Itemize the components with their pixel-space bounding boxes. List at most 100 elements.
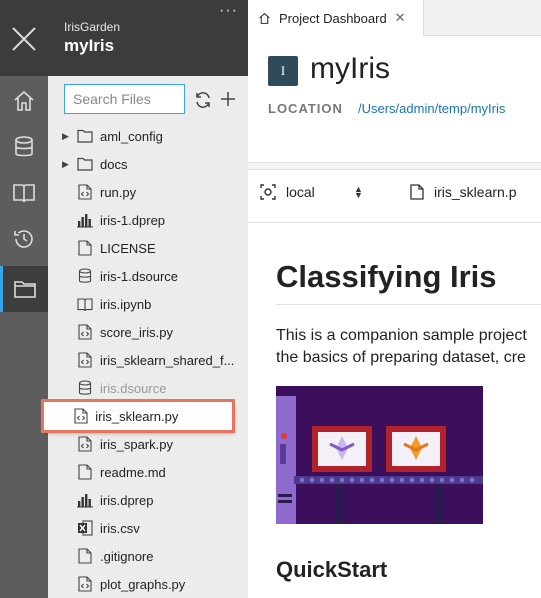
file-label: readme.md (100, 464, 166, 480)
compute-target-select[interactable]: local ▲ ▼ (260, 184, 363, 200)
run-toolbar: local ▲ ▼ iris_sklearn.p (248, 170, 541, 214)
refresh-icon[interactable] (194, 91, 212, 109)
tab-project-dashboard[interactable]: Project Dashboard ✕ (248, 0, 424, 36)
code-file-icon (76, 575, 94, 593)
rail-home-button[interactable] (0, 78, 48, 124)
file-label: run.py (100, 184, 137, 200)
file-tree: ▶ aml_config ▶ docs run.py iris-1.dprep LICENS… (41, 122, 248, 598)
code-file-icon (76, 323, 94, 341)
project-badge: I (268, 56, 298, 86)
location-path-link[interactable]: /Users/admin/temp/myIris (358, 101, 505, 116)
code-file-icon (76, 183, 94, 201)
file-item[interactable]: iris.ipynb (48, 290, 248, 318)
file-item[interactable]: readme.md (48, 458, 248, 486)
file-item[interactable]: plot_graphs.py (48, 570, 248, 598)
target-icon (260, 184, 276, 200)
folder-icon (76, 127, 94, 145)
paragraph-line: This is a companion sample project (276, 327, 527, 344)
file-item[interactable]: iris_spark.py (48, 430, 248, 458)
book-icon (13, 184, 35, 203)
editor-pane: Project Dashboard ✕ I myIris LOCATION /U… (248, 0, 541, 598)
file-icon (76, 239, 94, 257)
activity-rail (0, 0, 48, 598)
excel-file-icon (76, 519, 94, 537)
heading-rule (276, 304, 541, 305)
project-name: myIris (64, 36, 115, 55)
folder-icon (14, 281, 36, 298)
data-source-icon (76, 267, 94, 285)
tab-label: Project Dashboard (279, 10, 387, 26)
database-icon (15, 136, 33, 157)
code-file-icon (72, 407, 90, 425)
more-options-button[interactable]: ··· (219, 2, 238, 20)
section-divider (248, 162, 541, 170)
file-label: .gitignore (100, 548, 154, 564)
file-item[interactable]: iris_sklearn.py (41, 399, 235, 433)
file-item[interactable]: iris_sklearn_shared_f... (48, 346, 248, 374)
project-header: IrisGarden myIris ··· (48, 0, 248, 76)
folder-item[interactable]: ▶ docs (48, 150, 248, 178)
file-item[interactable]: iris.csv (48, 514, 248, 542)
file-item[interactable]: iris.dsource (48, 374, 248, 402)
page-title: myIris (310, 52, 390, 85)
quickstart-heading: QuickStart (276, 557, 388, 582)
file-item[interactable]: score_iris.py (48, 318, 248, 346)
iris-illustration-image (276, 386, 483, 524)
file-label: plot_graphs.py (100, 576, 186, 592)
folder-icon (76, 155, 94, 173)
file-item[interactable]: iris.dprep (48, 486, 248, 514)
file-icon (410, 184, 424, 200)
script-value: iris_sklearn.p (434, 184, 517, 200)
notebook-icon (76, 295, 94, 313)
expand-caret-icon[interactable]: ▶ (62, 159, 74, 170)
code-file-icon (76, 351, 94, 369)
home-icon (14, 90, 34, 111)
search-files-input[interactable] (64, 84, 185, 114)
code-file-icon (76, 435, 94, 453)
file-label: iris.ipynb (100, 296, 152, 312)
readme-content: Classifying Iris This is a companion sam… (248, 222, 541, 598)
file-label: docs (100, 156, 128, 172)
file-label: score_iris.py (100, 324, 173, 340)
file-label: iris_spark.py (100, 436, 173, 452)
file-label: iris_sklearn.py (95, 408, 179, 424)
readme-paragraph: This is a companion sample project the b… (276, 325, 541, 369)
file-icon (76, 547, 94, 565)
file-label: aml_config (100, 128, 163, 144)
rail-files-button[interactable] (0, 266, 48, 312)
expand-caret-icon[interactable]: ▶ (62, 131, 74, 142)
close-tab-icon[interactable]: ✕ (395, 10, 406, 26)
workspace-name: IrisGarden (64, 20, 121, 34)
data-source-icon (76, 379, 94, 397)
file-label: iris-1.dsource (100, 268, 179, 284)
file-label: iris.dsource (100, 380, 167, 396)
file-label: LICENSE (100, 240, 156, 256)
readme-heading: Classifying Iris (276, 259, 497, 294)
file-label: iris_sklearn_shared_f... (100, 352, 235, 368)
tab-bar: Project Dashboard ✕ (248, 0, 541, 36)
data-prep-icon (76, 491, 94, 509)
file-label: iris-1.dprep (100, 212, 166, 228)
select-arrows-icon: ▲ ▼ (354, 184, 363, 200)
close-icon (12, 27, 36, 51)
close-project-button[interactable] (0, 0, 48, 76)
folder-item[interactable]: ▶ aml_config (48, 122, 248, 150)
data-prep-icon (76, 211, 94, 229)
file-item[interactable]: run.py (48, 178, 248, 206)
rail-history-button[interactable] (0, 216, 48, 262)
location-label: LOCATION (268, 101, 343, 116)
file-item[interactable]: iris-1.dprep (48, 206, 248, 234)
home-icon (259, 12, 270, 24)
file-icon (76, 463, 94, 481)
rail-notebooks-button[interactable] (0, 170, 48, 216)
file-item[interactable]: iris-1.dsource (48, 262, 248, 290)
history-icon (14, 230, 33, 248)
script-select[interactable]: iris_sklearn.p (410, 184, 516, 200)
file-explorer: ▶ aml_config ▶ docs run.py iris-1.dprep LICENS… (41, 76, 248, 598)
rail-data-button[interactable] (0, 124, 48, 170)
paragraph-line: the basics of preparing dataset, cre (276, 349, 526, 366)
file-item[interactable]: .gitignore (48, 542, 248, 570)
add-file-icon[interactable] (220, 91, 236, 107)
file-item[interactable]: LICENSE (48, 234, 248, 262)
compute-target-value: local (286, 184, 315, 200)
